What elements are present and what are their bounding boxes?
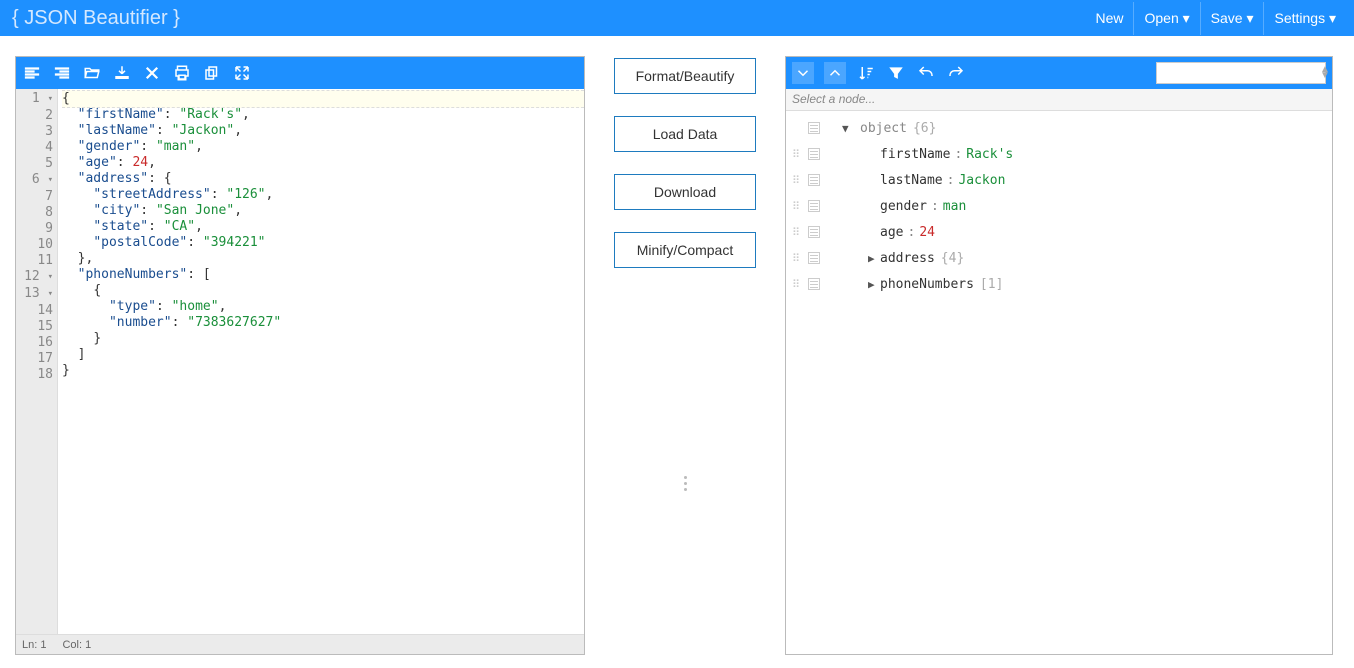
menu-save[interactable]: Save ▾ (1200, 2, 1264, 35)
resize-handle-icon[interactable] (684, 476, 687, 491)
close-icon[interactable] (142, 63, 162, 83)
tree-value: 24 (919, 225, 935, 240)
status-ln: Ln: 1 (22, 639, 46, 651)
editor-panel: 1 ▾23456 ▾789101112 ▾13 ▾1415161718 { "f… (15, 56, 585, 655)
tree-value: Rack's (966, 147, 1013, 162)
tree-search[interactable]: ▲▼ (1156, 62, 1326, 84)
line-gutter: 1 ▾23456 ▾789101112 ▾13 ▾1415161718 (16, 89, 58, 634)
redo-icon[interactable] (946, 63, 966, 83)
drag-handle-icon[interactable]: ⠿ (792, 278, 806, 291)
menu-open[interactable]: Open ▾ (1133, 2, 1199, 35)
tree-row[interactable]: ⠿gender:man (786, 193, 1332, 219)
row-menu-icon[interactable] (808, 200, 820, 212)
tree-breadcrumb: Select a node... (786, 89, 1332, 111)
expand-down-icon[interactable] (792, 62, 814, 84)
format-button[interactable]: Format/Beautify (614, 58, 756, 94)
editor-statusbar: Ln: 1 Col: 1 (16, 634, 584, 654)
sort-icon[interactable] (856, 63, 876, 83)
tree-panel: ▲▼ Select a node... ▼object{6} ⠿ firstName… (785, 56, 1333, 655)
tree-meta: [1] (980, 277, 1003, 292)
load-button[interactable]: Load Data (614, 116, 756, 152)
drag-handle-icon[interactable]: ⠿ (792, 226, 806, 239)
filter-icon[interactable] (886, 63, 906, 83)
tree-row[interactable]: ▼object{6} (786, 115, 1332, 141)
code-editor[interactable]: 1 ▾23456 ▾789101112 ▾13 ▾1415161718 { "f… (16, 89, 584, 634)
status-col: Col: 1 (62, 639, 91, 651)
tree-value: Jackon (958, 173, 1005, 188)
app-title: { JSON Beautifier } (12, 7, 180, 30)
copy-icon[interactable] (202, 63, 222, 83)
minify-button[interactable]: Minify/Compact (614, 232, 756, 268)
menu-settings[interactable]: Settings ▾ (1263, 2, 1346, 35)
fullscreen-icon[interactable] (232, 63, 252, 83)
app-header: { JSON Beautifier } New Open ▾ Save ▾ Se… (0, 0, 1354, 36)
header-menu: New Open ▾ Save ▾ Settings ▾ (1085, 2, 1346, 35)
tree-row[interactable]: ⠿ ▶phoneNumbers [1] (786, 271, 1332, 297)
row-menu-icon[interactable] (808, 278, 820, 290)
tree-key: address (880, 251, 935, 266)
expand-arrow-icon[interactable]: ▼ (842, 122, 854, 135)
row-menu-icon[interactable] (808, 174, 820, 186)
tree-row[interactable]: ⠿firstName:Rack's (786, 141, 1332, 167)
drag-handle-icon[interactable]: ⠿ (792, 252, 806, 265)
download-icon[interactable] (112, 63, 132, 83)
search-dropdown-icon[interactable]: ▲▼ (1320, 67, 1330, 79)
tree-row[interactable]: ⠿age:24 (786, 219, 1332, 245)
tree-key: age (880, 225, 903, 240)
tree-meta: {6} (913, 121, 936, 136)
action-panel: Format/Beautify Load Data Download Minif… (585, 56, 785, 655)
undo-icon[interactable] (916, 63, 936, 83)
download-button[interactable]: Download (614, 174, 756, 210)
print-icon[interactable] (172, 63, 192, 83)
tree-key: gender (880, 199, 927, 214)
search-input[interactable] (1165, 66, 1320, 80)
collapse-up-icon[interactable] (824, 62, 846, 84)
align-right-icon[interactable] (52, 63, 72, 83)
collapse-arrow-icon[interactable]: ▶ (868, 252, 880, 265)
row-menu-icon[interactable] (808, 226, 820, 238)
tree-key: phoneNumbers (880, 277, 974, 292)
tree-key: firstName (880, 147, 950, 162)
tree-view[interactable]: ▼object{6}⠿firstName:Rack's⠿lastName:Jac… (786, 111, 1332, 654)
row-menu-icon[interactable] (808, 148, 820, 160)
drag-handle-icon[interactable]: ⠿ (792, 148, 806, 161)
folder-open-icon[interactable] (82, 63, 102, 83)
row-menu-icon[interactable] (808, 122, 820, 134)
collapse-arrow-icon[interactable]: ▶ (868, 278, 880, 291)
drag-handle-icon[interactable]: ⠿ (792, 200, 806, 213)
tree-key: lastName (880, 173, 943, 188)
editor-toolbar (16, 57, 584, 89)
menu-new[interactable]: New (1085, 2, 1133, 35)
tree-row[interactable]: ⠿lastName:Jackon (786, 167, 1332, 193)
drag-handle-icon[interactable]: ⠿ (792, 174, 806, 187)
align-left-icon[interactable] (22, 63, 42, 83)
tree-meta: {4} (941, 251, 964, 266)
tree-row[interactable]: ⠿ ▶address {4} (786, 245, 1332, 271)
row-menu-icon[interactable] (808, 252, 820, 264)
tree-toolbar: ▲▼ (786, 57, 1332, 89)
code-area[interactable]: { "firstName": "Rack's", "lastName": "Ja… (58, 89, 584, 634)
tree-value: man (943, 199, 966, 214)
